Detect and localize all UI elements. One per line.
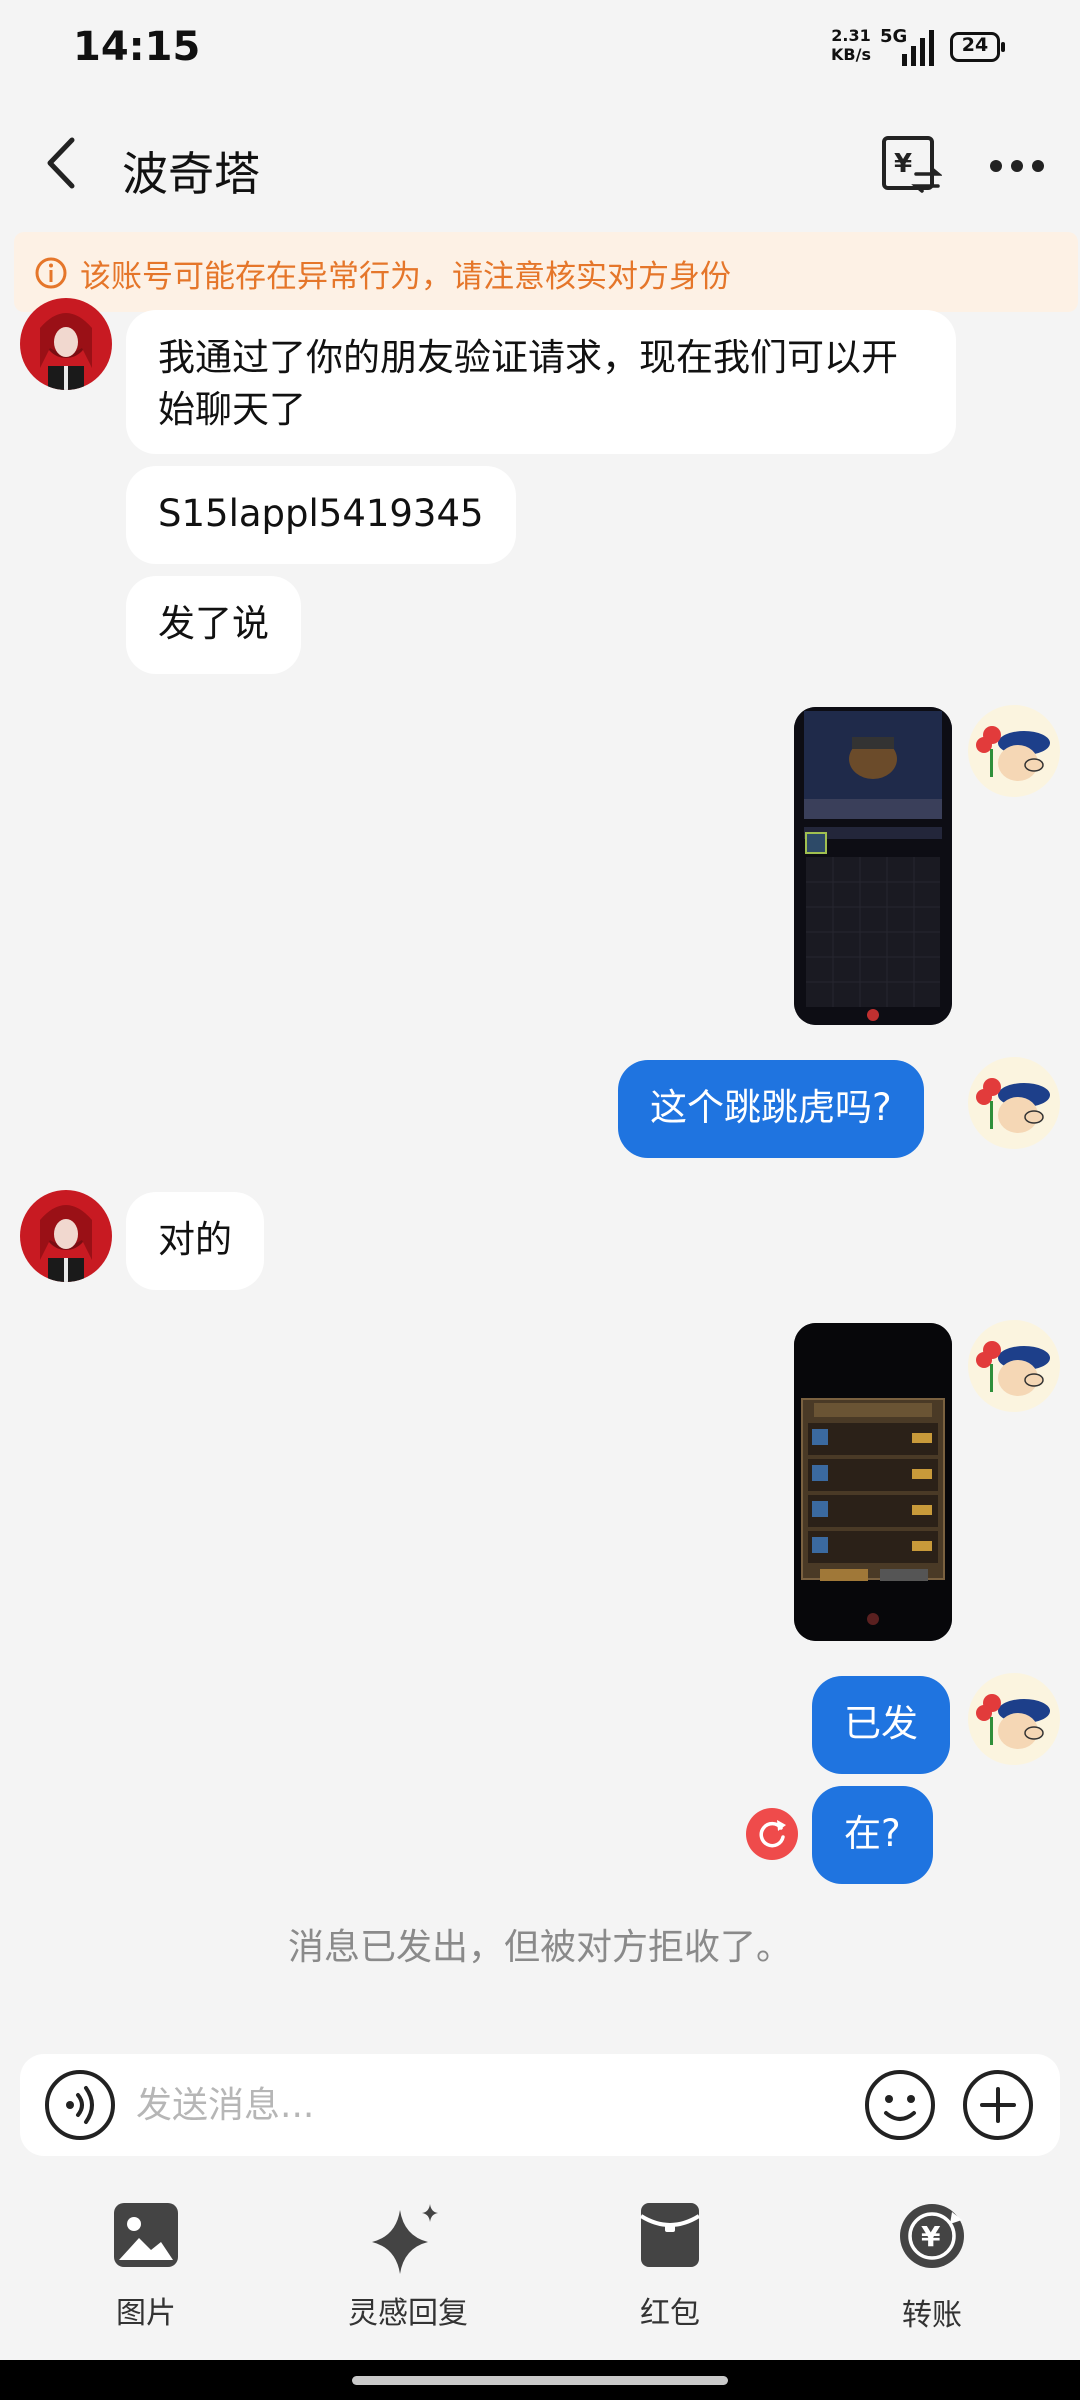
resend-icon xyxy=(746,1808,798,1860)
toolbar-label: 转账 xyxy=(902,2298,962,2333)
message-bubble-incoming[interactable]: 发了说 xyxy=(126,576,301,674)
message-bubble-outgoing[interactable]: 这个跳跳虎吗? xyxy=(618,1060,924,1158)
my-avatar[interactable] xyxy=(968,705,1060,797)
avatar-image xyxy=(20,1190,112,1282)
message-text: 对的 xyxy=(158,1218,232,1261)
translate-button[interactable]: ¥ xyxy=(880,134,943,196)
avatar-image xyxy=(968,1673,1060,1765)
message-text: 已发 xyxy=(844,1702,918,1745)
red-packet-icon xyxy=(639,2203,701,2267)
emoji-icon xyxy=(865,2070,935,2140)
toolbar-item-red-packet[interactable]: 红包 xyxy=(570,2200,770,2380)
avatar-image xyxy=(968,1320,1060,1412)
message-bubble-incoming[interactable]: 对的 xyxy=(126,1192,264,1290)
info-icon xyxy=(35,257,67,289)
message-bubble-incoming[interactable]: 我通过了你的朋友验证请求，现在我们可以开始聊天了 xyxy=(126,310,956,454)
toolbar-label: 灵感回复 xyxy=(348,2296,468,2331)
message-text: S15lappl5419345 xyxy=(158,492,484,535)
chat-title[interactable]: 波奇塔 xyxy=(122,138,260,204)
more-button[interactable] xyxy=(984,138,1050,194)
warning-text: 该账号可能存在异常行为，请注意核实对方身份 xyxy=(80,259,731,295)
sparkle-icon xyxy=(372,2204,438,2274)
svg-text:¥: ¥ xyxy=(921,2220,941,2253)
my-avatar[interactable] xyxy=(968,1057,1060,1149)
message-text: 发了说 xyxy=(158,602,269,645)
message-text: 我通过了你的朋友验证请求，现在我们可以开始聊天了 xyxy=(158,336,898,431)
home-indicator[interactable] xyxy=(352,2376,728,2385)
translate-icon: ¥ xyxy=(882,136,943,193)
status-time: 14:15 xyxy=(73,24,201,70)
my-avatar[interactable] xyxy=(968,1320,1060,1412)
svg-text:¥: ¥ xyxy=(894,149,912,179)
avatar-image xyxy=(20,298,112,390)
message-text: 这个跳跳虎吗? xyxy=(650,1086,892,1129)
voice-icon xyxy=(45,2070,115,2140)
toolbar-label: 红包 xyxy=(640,2296,700,2331)
battery-icon: 24 xyxy=(950,32,1006,62)
message-input[interactable] xyxy=(134,2072,838,2138)
game-screenshot xyxy=(794,1323,952,1641)
voice-button[interactable] xyxy=(44,2069,116,2141)
contact-avatar[interactable] xyxy=(20,298,112,390)
transfer-icon: ¥ xyxy=(900,2204,964,2268)
my-avatar[interactable] xyxy=(968,1673,1060,1765)
image-message[interactable] xyxy=(794,707,952,1025)
toolbar-item-image[interactable]: 图片 xyxy=(46,2200,246,2380)
signal-icon xyxy=(902,30,934,66)
emoji-button[interactable] xyxy=(864,2069,936,2141)
back-button[interactable] xyxy=(30,128,96,198)
chevron-left-icon xyxy=(47,137,75,189)
image-message[interactable] xyxy=(794,1323,952,1641)
message-bubble-outgoing-failed[interactable]: 在? xyxy=(812,1786,933,1884)
network-speed: 2.31 KB/s xyxy=(831,26,871,64)
more-actions-button[interactable] xyxy=(962,2069,1034,2141)
avatar-image xyxy=(968,1057,1060,1149)
system-notice: 消息已发出，但被对方拒收了。 xyxy=(287,1927,792,1968)
toolbar-item-inspiration-reply[interactable]: 灵感回复 xyxy=(308,2200,508,2380)
toolbar-item-transfer[interactable]: ¥ 转账 xyxy=(832,2200,1032,2380)
battery-level: 24 xyxy=(961,34,989,56)
more-dots-icon xyxy=(990,160,1044,172)
resend-button[interactable] xyxy=(746,1808,798,1860)
game-screenshot xyxy=(794,707,952,1025)
contact-avatar[interactable] xyxy=(20,1190,112,1282)
toolbar-label: 图片 xyxy=(116,2296,176,2331)
message-bubble-outgoing[interactable]: 已发 xyxy=(812,1676,950,1774)
message-bubble-incoming[interactable]: S15lappl5419345 xyxy=(126,466,516,564)
message-text: 在? xyxy=(844,1812,901,1855)
avatar-image xyxy=(968,705,1060,797)
plus-icon xyxy=(963,2070,1033,2140)
image-icon xyxy=(114,2203,178,2267)
